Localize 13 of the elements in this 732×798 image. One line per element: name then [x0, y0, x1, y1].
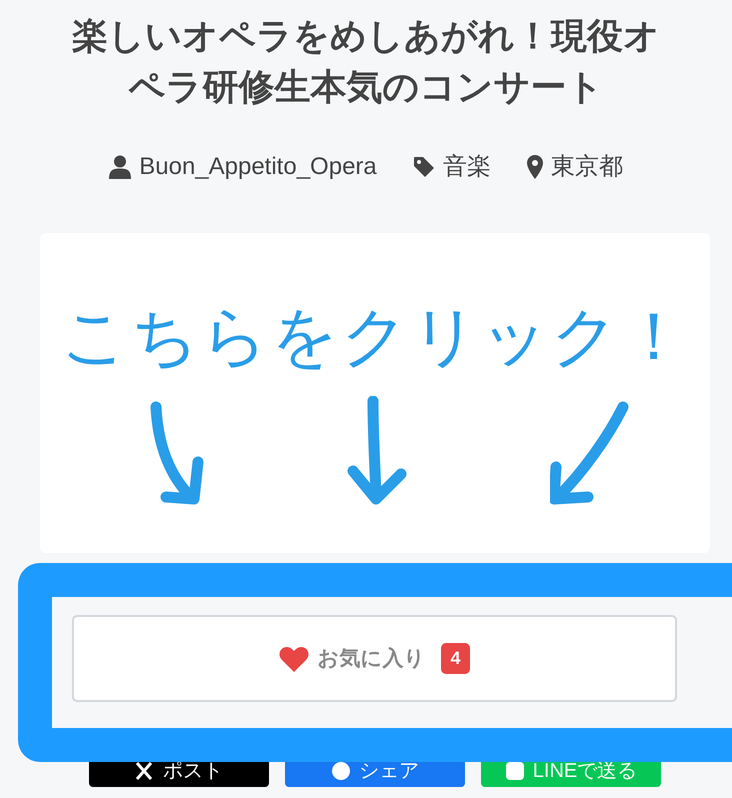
location-pin-icon	[526, 155, 543, 179]
heart-icon	[279, 646, 310, 672]
location-link[interactable]: 東京都	[550, 149, 623, 185]
page-title: 楽しいオペラをめしあがれ！現役オペラ研修生本気のコンサート	[71, 14, 661, 109]
author-link[interactable]: Buon_Appetito_Opera	[139, 149, 377, 185]
user-icon	[109, 155, 132, 179]
x-logo-icon	[135, 761, 155, 781]
facebook-icon	[331, 761, 351, 781]
favorite-button[interactable]: お気に入り 4	[72, 615, 677, 702]
promo-text: こちらをクリック！	[61, 299, 689, 373]
tag-icon	[412, 156, 435, 178]
category-link[interactable]: 音楽	[442, 149, 491, 185]
count-badge: 4	[441, 643, 470, 674]
